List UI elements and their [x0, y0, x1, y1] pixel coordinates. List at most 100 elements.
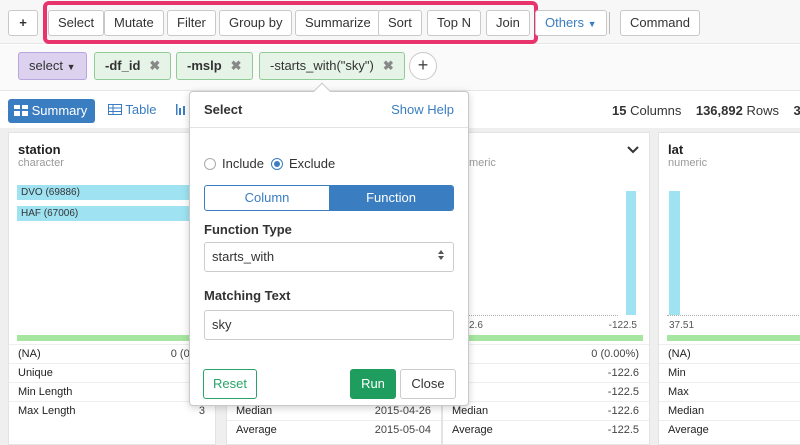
include-label: Include [222, 156, 264, 171]
mode-toggle: Column Function [204, 185, 454, 211]
stat-key: (NA) [668, 348, 691, 360]
step-chip-df-id[interactable]: -df_id ✖ [94, 52, 172, 80]
axis-line [468, 315, 618, 316]
stat-row: Average [659, 420, 800, 439]
stat-key: Average [668, 424, 709, 436]
select-step-chip[interactable]: select ▼ [18, 52, 87, 80]
stat-row: )0 (0.00%) [443, 344, 649, 363]
stat-value: 2015-05-04 [374, 424, 431, 436]
rows-label: Rows [746, 103, 779, 118]
column-card-numeric: meric 2.6 -122.5 )0 (0.00%) -122.6 x-122… [442, 132, 650, 445]
stat-row: Max [659, 382, 800, 401]
stat-row: (NA) 0 (0.00 [9, 344, 215, 363]
table-label: Table [125, 102, 157, 117]
chart-view-button[interactable] [176, 102, 188, 117]
select-popover: Select Show Help Include Exclude Column … [189, 91, 469, 406]
others-label: Others [545, 15, 585, 30]
tab-column[interactable]: Column [205, 186, 329, 210]
toolbar-separator [609, 12, 610, 34]
stat-key: (NA) [18, 348, 41, 360]
stat-row: Average 2015-05-04 [227, 420, 441, 439]
column-type: meric [469, 157, 496, 169]
stat-key: Max [668, 386, 689, 398]
table-icon [108, 102, 125, 117]
stat-key: Min [668, 367, 686, 379]
stat-key: Average [236, 424, 277, 436]
remove-icon[interactable]: ✖ [149, 58, 160, 73]
column-type: numeric [668, 157, 708, 169]
stat-row: (NA) [659, 344, 800, 363]
axis-min-label: 2.6 [469, 320, 483, 331]
exclude-label: Exclude [289, 156, 336, 171]
run-button[interactable]: Run [350, 369, 396, 399]
function-type-label: Function Type [204, 222, 292, 237]
stat-value: -122.6 [607, 367, 639, 379]
stat-row: Min Length [9, 382, 215, 401]
stat-row: -122.6 [443, 363, 649, 382]
exclude-radio[interactable] [271, 158, 283, 170]
stat-key: Average [452, 424, 493, 436]
stat-row: x-122.5 [443, 382, 649, 401]
step-chip-starts-with[interactable]: -starts_with("sky") ✖ [259, 52, 405, 80]
bar-chart-icon [176, 102, 188, 117]
trailing-count: 3 [793, 103, 800, 118]
columns-label: Columns [630, 103, 682, 118]
caret-down-icon: ▼ [587, 19, 597, 29]
na-ratio-bar [451, 335, 643, 341]
select-arrows-icon [437, 243, 445, 271]
toolbar: + Select Mutate Filter Group by Summariz… [0, 0, 800, 44]
stat-row: Max Length 3 [9, 401, 215, 420]
table-view-button[interactable]: Table [108, 102, 156, 117]
stat-value: -122.6 [607, 405, 639, 417]
matching-text-label: Matching Text [204, 288, 291, 303]
stat-key: Max Length [18, 405, 76, 417]
axis-min-label: 37.51 [669, 320, 695, 331]
add-step-circle-button[interactable]: + [409, 52, 437, 80]
column-type: character [18, 157, 64, 169]
stat-row: Median -122.6 [443, 401, 649, 420]
histogram-bar[interactable] [626, 191, 636, 315]
step-chip-mslp[interactable]: -mslp ✖ [176, 52, 253, 80]
stat-row: Median [659, 401, 800, 420]
command-button[interactable]: Command [620, 10, 700, 36]
add-step-button[interactable]: + [8, 10, 38, 36]
summary-view-button[interactable]: Summary [8, 99, 96, 123]
histogram-bar[interactable] [669, 191, 680, 315]
column-name: station [18, 142, 61, 157]
popover-title: Select [204, 102, 243, 117]
dataset-counts: 15 Columns 136,892 Rows 3 [612, 103, 800, 118]
show-help-link[interactable]: Show Help [391, 102, 454, 117]
category-bar[interactable]: HAF (67006) [17, 206, 199, 221]
function-type-value: starts_with [212, 249, 275, 264]
others-dropdown[interactable]: Others ▼ [535, 10, 607, 36]
stat-row: Average -122.5 [443, 420, 649, 439]
columns-count: 15 [612, 103, 627, 118]
stat-key: Median [668, 405, 705, 417]
stat-key: Unique [18, 367, 53, 379]
axis-line [667, 315, 800, 316]
rows-count: 136,892 [695, 103, 743, 118]
remove-icon[interactable]: ✖ [383, 58, 394, 73]
column-name: lat [668, 142, 684, 157]
stat-row: Unique [9, 363, 215, 382]
category-bar[interactable]: DVO (69886) [17, 185, 207, 200]
remove-icon[interactable]: ✖ [231, 58, 242, 73]
popover-header: Select Show Help [190, 92, 468, 128]
select-step-label: select [29, 58, 63, 73]
stat-value: -122.5 [607, 424, 639, 436]
stat-key: Min Length [18, 386, 73, 398]
close-button[interactable]: Close [400, 369, 456, 399]
function-type-select[interactable]: starts_with [204, 242, 454, 272]
summary-label: Summary [31, 103, 88, 118]
na-ratio-bar [17, 335, 209, 341]
matching-text-input[interactable]: sky [204, 310, 454, 340]
include-radio[interactable] [204, 158, 216, 170]
step-chip-label: -df_id [105, 58, 141, 73]
highlight-box [43, 1, 538, 44]
tab-function[interactable]: Function [329, 186, 453, 210]
stat-value: 0 (0.00%) [591, 348, 639, 360]
chevron-down-icon[interactable] [627, 141, 639, 157]
reset-button[interactable]: Reset [203, 369, 257, 399]
step-chip-label: -starts_with("sky") [270, 58, 374, 73]
axis-max-label: -122.5 [608, 320, 637, 331]
